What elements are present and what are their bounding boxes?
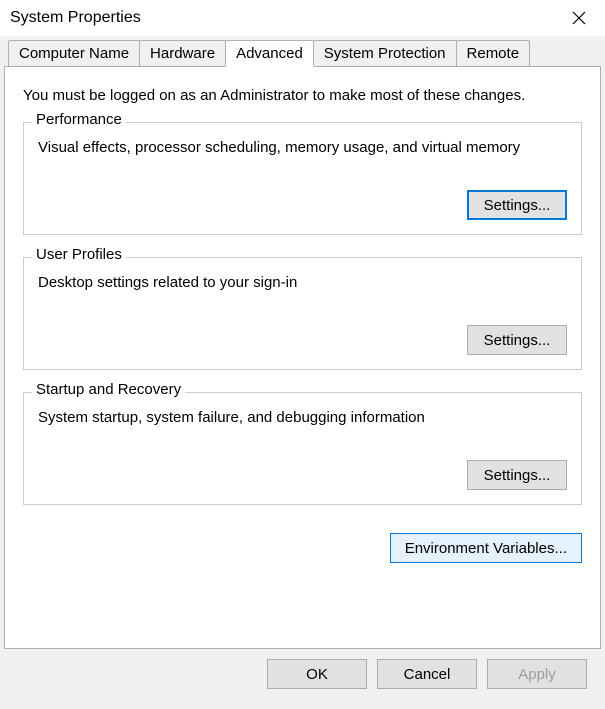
ok-button[interactable]: OK [267,659,367,689]
group-performance-legend: Performance [32,111,126,128]
admin-notice-text: You must be logged on as an Administrato… [23,87,582,104]
group-performance: Performance Visual effects, processor sc… [23,122,582,235]
group-startup-recovery-button-row: Settings... [38,460,567,490]
group-startup-recovery-legend: Startup and Recovery [32,381,185,398]
titlebar: System Properties [0,0,605,36]
environment-variables-button[interactable]: Environment Variables... [390,533,582,563]
tabstrip: Computer Name Hardware Advanced System P… [4,40,601,66]
tab-system-protection[interactable]: System Protection [313,40,457,66]
system-properties-window: System Properties Computer Name Hardware… [0,0,605,709]
performance-settings-button[interactable]: Settings... [467,190,567,220]
close-icon[interactable] [559,3,599,33]
tab-computer-name[interactable]: Computer Name [8,40,140,66]
window-title: System Properties [10,9,559,27]
tab-hardware[interactable]: Hardware [139,40,226,66]
apply-button[interactable]: Apply [487,659,587,689]
group-performance-desc: Visual effects, processor scheduling, me… [38,139,567,156]
tab-advanced[interactable]: Advanced [225,40,314,67]
environment-variables-row: Environment Variables... [23,533,582,563]
group-startup-recovery-desc: System startup, system failure, and debu… [38,409,567,426]
tab-remote[interactable]: Remote [456,40,531,66]
group-performance-button-row: Settings... [38,190,567,220]
group-user-profiles-legend: User Profiles [32,246,126,263]
cancel-button[interactable]: Cancel [377,659,477,689]
tab-panel-advanced: You must be logged on as an Administrato… [4,66,601,649]
dialog-body: Computer Name Hardware Advanced System P… [0,36,605,709]
group-user-profiles-button-row: Settings... [38,325,567,355]
group-user-profiles: User Profiles Desktop settings related t… [23,257,582,370]
startup-recovery-settings-button[interactable]: Settings... [467,460,567,490]
group-startup-recovery: Startup and Recovery System startup, sys… [23,392,582,505]
user-profiles-settings-button[interactable]: Settings... [467,325,567,355]
dialog-footer: OK Cancel Apply [4,649,601,699]
group-user-profiles-desc: Desktop settings related to your sign-in [38,274,567,291]
